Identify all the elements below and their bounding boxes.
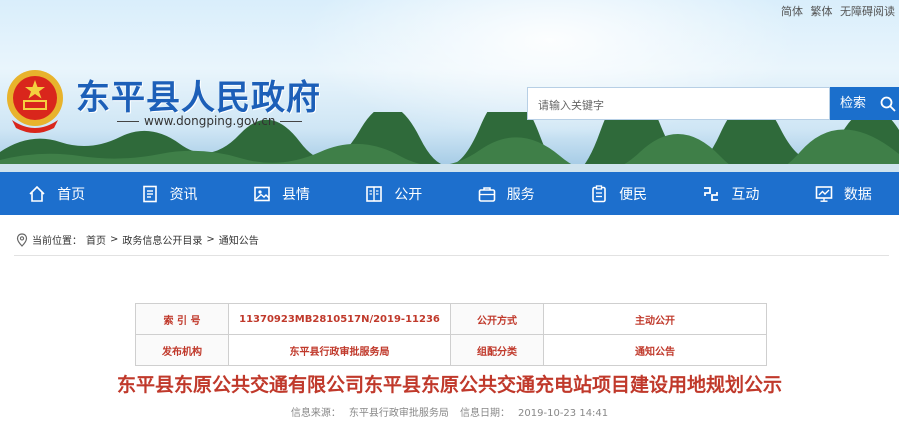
- nav-item-home[interactable]: 首页: [0, 172, 112, 215]
- clipboard-icon: [592, 184, 606, 202]
- top-link-simplified[interactable]: 简体: [781, 5, 803, 18]
- source-label: 信息来源：: [290, 408, 341, 419]
- site-header: 简体 繁体 无障碍阅读 东平县人民政府 www.dongping.gov.cn …: [0, 0, 899, 172]
- nav-label: 服务: [506, 186, 535, 203]
- nav-item-open[interactable]: 公开: [337, 172, 449, 215]
- breadcrumb: 当前位置： 首页 > 政务信息公开目录 > 通知公告: [16, 232, 259, 247]
- url-dash-right: [280, 120, 303, 122]
- breadcrumb-prefix: 当前位置：: [32, 236, 82, 247]
- method-label: 公开方式: [450, 303, 544, 335]
- index-value: 11370923MB2810517N/2019-11236: [228, 303, 451, 335]
- chart-icon: [815, 185, 833, 202]
- nav-label: 首页: [57, 186, 86, 203]
- breadcrumb-notice[interactable]: 通知公告: [219, 232, 259, 247]
- site-url-text: www.dongping.gov.cn: [144, 114, 276, 128]
- article-title: 东平县东原公共交通有限公司东平县东原公共交通充电站项目建设用地规划公示: [116, 374, 782, 396]
- news-icon: [142, 185, 157, 202]
- search-button[interactable]: 检索: [830, 87, 876, 120]
- table-row: 发布机构 东平县行政审批服务局 组配分类 通知公告: [135, 334, 767, 366]
- home-icon: [29, 185, 45, 202]
- date-value: 2019-10-23 14:41: [518, 408, 609, 419]
- breadcrumb-separator: >: [110, 234, 119, 245]
- category-label: 组配分类: [450, 334, 544, 366]
- briefcase-icon: [478, 186, 495, 202]
- search-input[interactable]: 请输入关键字: [527, 87, 830, 120]
- site-title[interactable]: 东平县人民政府: [76, 70, 321, 119]
- breadcrumb-separator: >: [206, 234, 215, 245]
- nav-item-service[interactable]: 服务: [450, 172, 562, 215]
- table-row: 索 引 号 11370923MB2810517N/2019-11236 公开方式…: [135, 303, 767, 335]
- national-emblem-icon: [7, 70, 63, 133]
- nav-label: 互动: [731, 186, 760, 203]
- category-value: 通知公告: [543, 334, 767, 366]
- search-icon[interactable]: [876, 87, 899, 120]
- breadcrumb-home[interactable]: 首页: [86, 232, 106, 247]
- document-info-table: 索 引 号 11370923MB2810517N/2019-11236 公开方式…: [135, 303, 767, 366]
- source-value: 东平县行政审批服务局: [348, 408, 449, 419]
- nav-label: 资讯: [169, 186, 198, 203]
- url-dash-left: [117, 120, 139, 122]
- nav-label: 县情: [281, 186, 310, 203]
- date-label: 信息日期：: [460, 408, 511, 419]
- nav-label: 数据: [843, 186, 872, 203]
- site-url: www.dongping.gov.cn: [112, 114, 307, 128]
- article-meta: 信息来源： 东平县行政审批服务局 信息日期： 2019-10-23 14:41: [0, 404, 899, 419]
- book-icon: [366, 185, 383, 202]
- index-label: 索 引 号: [135, 303, 229, 335]
- breadcrumb-divider: [14, 255, 889, 256]
- nav-item-news[interactable]: 资讯: [112, 172, 224, 215]
- top-links: 简体 繁体 无障碍阅读: [777, 3, 895, 19]
- breadcrumb-catalog[interactable]: 政务信息公开目录: [122, 232, 202, 247]
- nav-item-county[interactable]: 县情: [225, 172, 337, 215]
- nav-item-data[interactable]: 数据: [787, 172, 899, 215]
- top-link-traditional[interactable]: 繁体: [811, 5, 833, 18]
- nav-item-interact[interactable]: 互动: [674, 172, 786, 215]
- method-value: 主动公开: [543, 303, 767, 335]
- nav-item-convenience[interactable]: 便民: [562, 172, 674, 215]
- publisher-value: 东平县行政审批服务局: [228, 334, 451, 366]
- top-link-accessible[interactable]: 无障碍阅读: [840, 5, 895, 18]
- image-icon: [254, 186, 270, 201]
- main-nav: 首页 资讯 县情 公开 服务 便民 互动 数据: [0, 172, 899, 215]
- publisher-label: 发布机构: [135, 334, 229, 366]
- interact-icon: [704, 186, 719, 201]
- nav-label: 便民: [619, 186, 648, 203]
- nav-label: 公开: [394, 186, 423, 203]
- location-pin-icon: [16, 232, 28, 247]
